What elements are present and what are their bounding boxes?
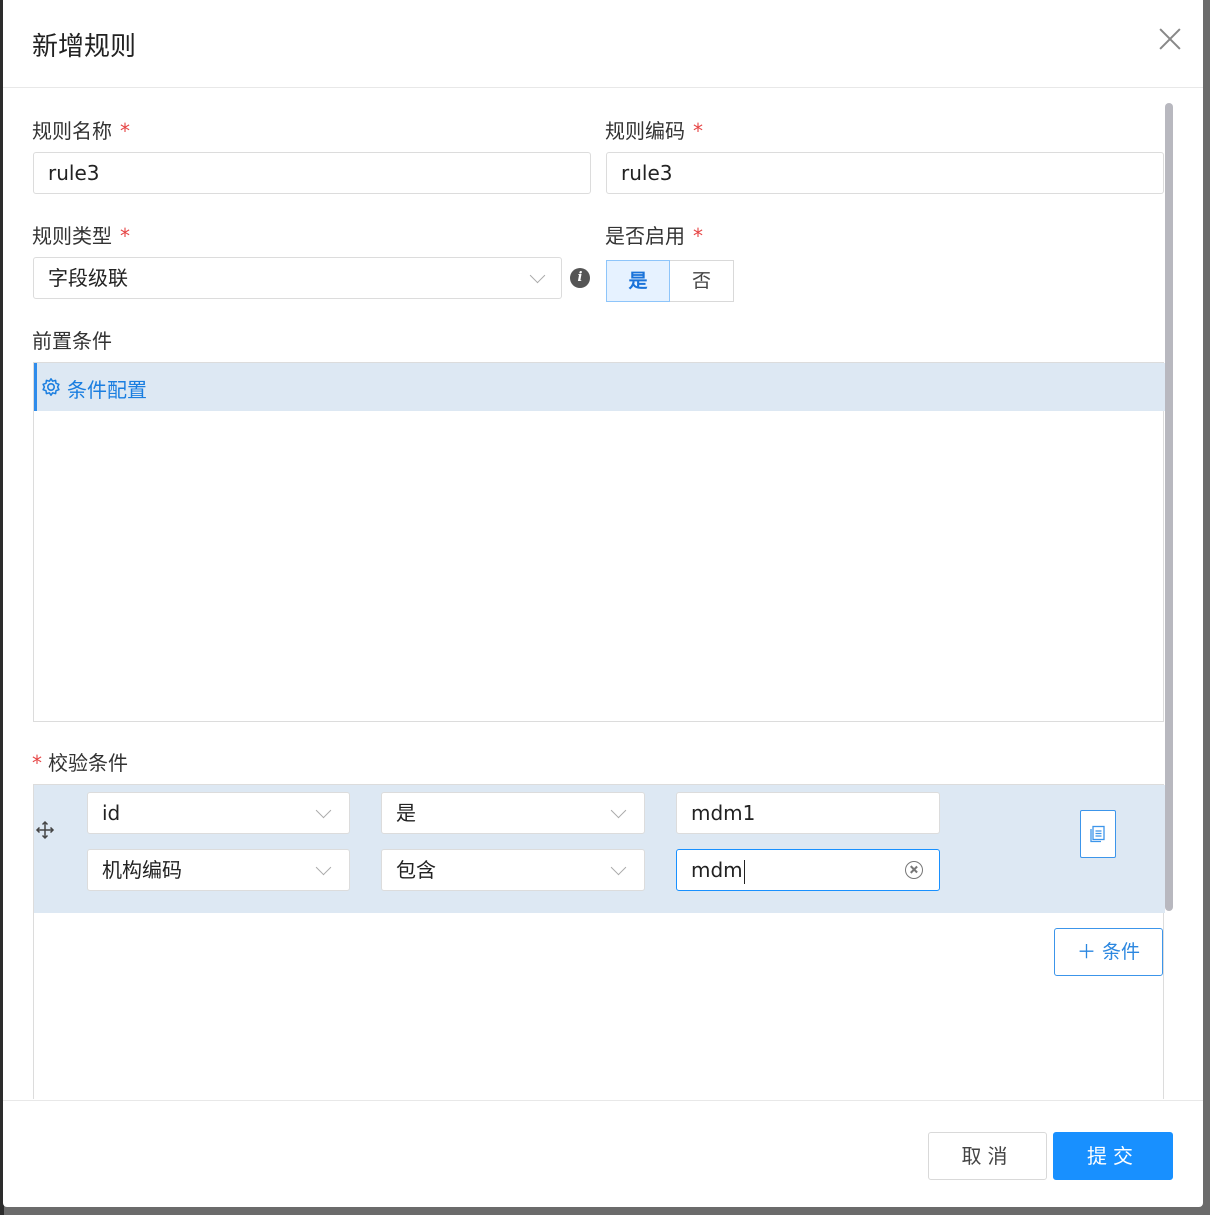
condition-value-text: mdm	[691, 858, 743, 882]
condition-field-select[interactable]: 机构编码	[87, 849, 350, 891]
enabled-yes-option[interactable]: 是	[606, 260, 670, 302]
rule-type-select[interactable]: 字段级联	[33, 257, 562, 299]
enabled-label: 是否启用 *	[605, 224, 703, 248]
chevron-down-icon	[531, 270, 545, 284]
copy-icon	[1090, 825, 1105, 843]
scrollbar-thumb[interactable]	[1165, 103, 1173, 911]
chevron-down-icon	[612, 805, 626, 819]
condition-operator-select[interactable]: 是	[381, 792, 645, 834]
rule-code-label: 规则编码 *	[605, 119, 703, 143]
enabled-no-option[interactable]: 否	[670, 260, 734, 302]
check-condition-panel: id 是 mdm1 机构编码 包含 mdm ＋ 条件	[33, 784, 1165, 1099]
condition-group: id 是 mdm1 机构编码 包含 mdm	[34, 785, 1165, 913]
gear-icon	[42, 378, 60, 396]
condition-value-input[interactable]: mdm	[676, 849, 940, 891]
text-caret	[743, 859, 746, 884]
condition-config-title: 条件配置	[67, 378, 147, 402]
condition-operator-value: 是	[396, 801, 416, 825]
precondition-label: 前置条件	[32, 329, 112, 353]
scrollbar[interactable]	[1165, 103, 1173, 1083]
copy-group-button[interactable]	[1080, 810, 1116, 858]
chevron-down-icon	[317, 805, 331, 819]
condition-config-header[interactable]: 条件配置	[34, 363, 1165, 411]
move-icon[interactable]	[35, 820, 55, 840]
check-condition-label: * 校验条件	[32, 751, 128, 775]
rule-dialog: 新增规则 规则名称 * rule3 规则编码 * rule3 规则类型 * 字段级联 …	[3, 0, 1203, 1207]
rule-name-input[interactable]: rule3	[33, 152, 591, 194]
rule-name-label: 规则名称 *	[32, 119, 130, 143]
condition-field-select[interactable]: id	[87, 792, 350, 834]
rule-type-value: 字段级联	[48, 266, 128, 290]
precondition-panel: 条件配置	[33, 362, 1165, 722]
add-condition-button[interactable]: ＋ 条件	[1054, 928, 1163, 976]
condition-operator-select[interactable]: 包含	[381, 849, 645, 891]
info-icon[interactable]: i	[570, 268, 590, 288]
dialog-body: 规则名称 * rule3 规则编码 * rule3 规则类型 * 字段级联 i 是否启…	[3, 89, 1203, 1099]
enabled-toggle: 是 否	[606, 260, 734, 302]
chevron-down-icon	[317, 862, 331, 876]
dialog-title: 新增规则	[32, 32, 137, 62]
condition-value-input[interactable]: mdm1	[676, 792, 940, 834]
condition-field-value: 机构编码	[102, 858, 182, 882]
condition-operator-value: 包含	[396, 858, 436, 882]
rule-type-label: 规则类型 *	[32, 224, 130, 248]
submit-button[interactable]: 提交	[1053, 1132, 1173, 1180]
condition-field-value: id	[102, 801, 121, 825]
dialog-footer: 取消 提交	[3, 1100, 1203, 1207]
close-icon[interactable]	[1157, 26, 1183, 52]
clear-icon[interactable]	[905, 861, 923, 879]
dialog-header: 新增规则	[3, 0, 1203, 88]
chevron-down-icon	[612, 862, 626, 876]
cancel-button[interactable]: 取消	[928, 1132, 1047, 1180]
rule-code-input[interactable]: rule3	[606, 152, 1164, 194]
